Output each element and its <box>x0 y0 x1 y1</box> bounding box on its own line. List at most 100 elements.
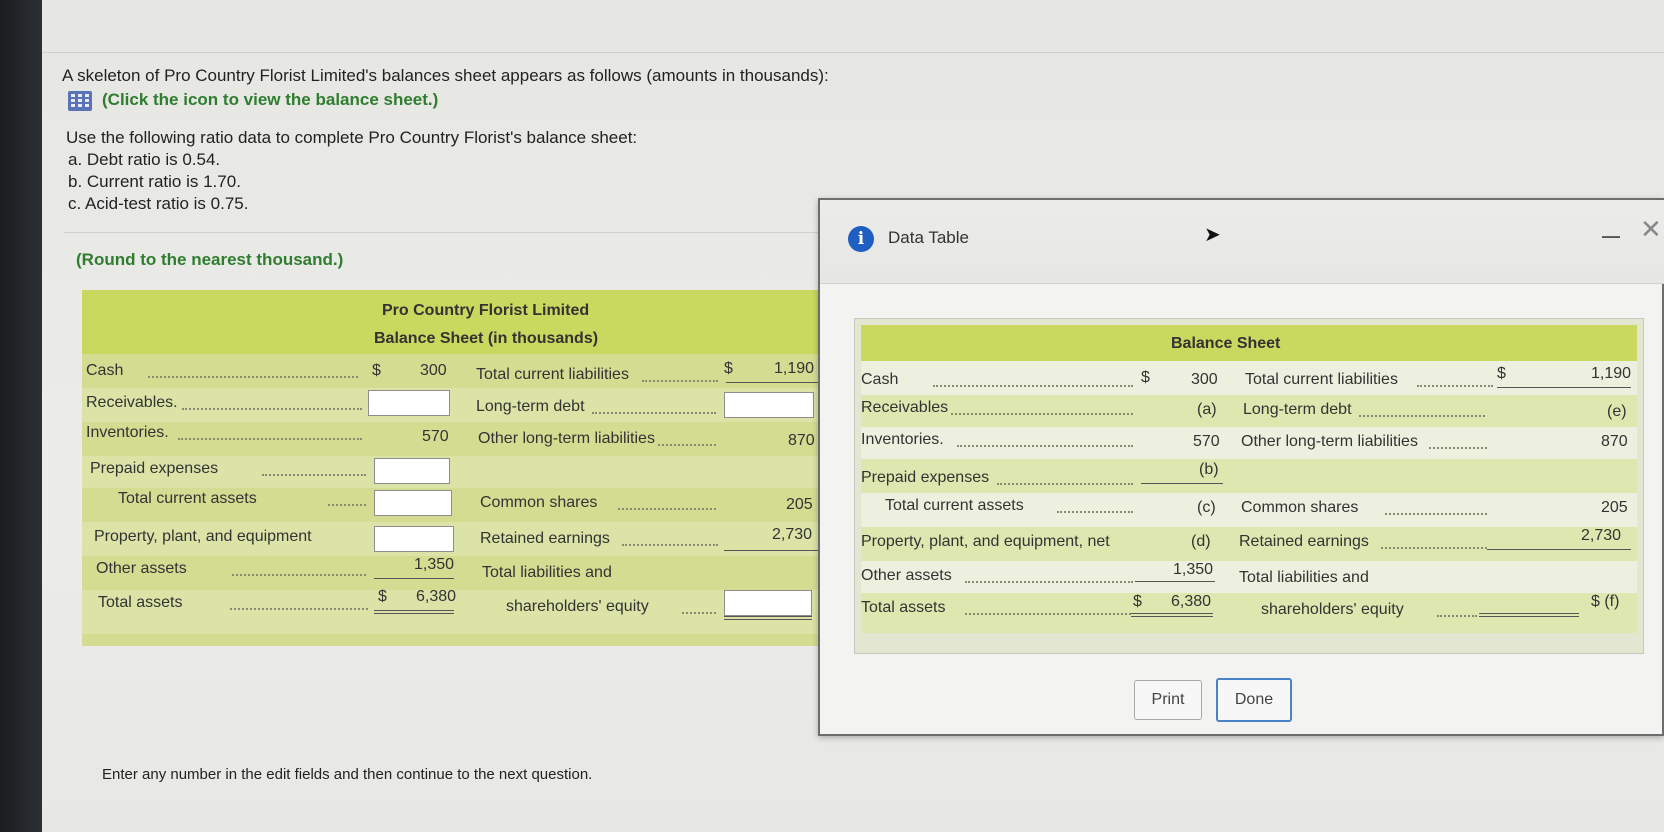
label-total-current-assets: Total current assets <box>118 490 257 507</box>
prepaid-input[interactable] <box>374 458 450 484</box>
data-table-dialog: i Data Table ➤ — ✕ Balance Sheet Cash $ … <box>818 198 1664 736</box>
label-total-assets: Total assets <box>98 594 183 611</box>
label-cash: Cash <box>86 362 124 379</box>
dialog-balance-sheet: Balance Sheet Cash $ 300 Total current l… <box>854 318 1644 654</box>
d-common-value: 205 <box>1601 499 1628 516</box>
mouse-pointer-icon: ➤ <box>1204 224 1221 246</box>
label-retained-earnings: Retained earnings <box>480 530 610 547</box>
label-other-lt-liabilities: Other long-term liabilities <box>478 430 655 447</box>
leader-dots <box>933 385 1133 387</box>
label-common-shares: Common shares <box>480 494 598 511</box>
dialog-row-tca: Total current assets (c) Common shares 2… <box>861 493 1637 527</box>
d-total-assets-dollar: $ <box>1133 593 1142 610</box>
leader-dots <box>618 508 716 510</box>
ratio-a: a. Debt ratio is 0.54. <box>68 150 221 169</box>
leader-dots <box>1437 615 1477 617</box>
inventories-value: 570 <box>422 428 449 445</box>
underline <box>1487 549 1631 550</box>
olt-value: 870 <box>788 432 815 449</box>
leader-dots <box>328 504 366 506</box>
d-olt-value: 870 <box>1601 433 1628 450</box>
info-icon: i <box>848 226 874 252</box>
d-label-tle-1: Total liabilities and <box>1239 569 1369 586</box>
total-liab-equity-input[interactable] <box>724 590 812 616</box>
label-other-assets: Other assets <box>96 560 187 577</box>
double-underline <box>1131 613 1213 617</box>
label-total-liab-equity-1: Total liabilities and <box>482 564 612 581</box>
d-label-ppe: Property, plant, and equipment, net <box>861 533 1110 550</box>
common-shares-value: 205 <box>786 496 813 513</box>
underline <box>1141 483 1223 484</box>
leader-dots <box>1057 511 1133 513</box>
leader-dots <box>642 380 718 382</box>
row-cash: Cash $ 300 Total current liabilities $ 1… <box>82 354 862 388</box>
total-current-assets-input[interactable] <box>374 490 452 516</box>
balance-sheet-form: Pro Country Florist Limited Balance Shee… <box>82 290 862 646</box>
d-label-common: Common shares <box>1241 499 1359 516</box>
double-underline <box>724 616 812 620</box>
row-ppe: Property, plant, and equipment Retained … <box>82 522 862 556</box>
underline <box>724 550 818 551</box>
long-term-debt-input[interactable] <box>724 392 814 418</box>
d-tca-value: (c) <box>1197 499 1216 516</box>
leader-dots <box>957 445 1133 447</box>
print-button[interactable]: Print <box>1134 680 1202 720</box>
view-balance-sheet-link[interactable]: (Click the icon to view the balance shee… <box>102 90 438 110</box>
ppe-input[interactable] <box>374 526 454 552</box>
d-label-olt: Other long-term liabilities <box>1241 433 1418 450</box>
dialog-row-prepaid: Prepaid expenses (b) <box>861 459 1637 493</box>
done-button[interactable]: Done <box>1216 678 1292 722</box>
row-other-assets: Other assets 1,350 Total liabilities and <box>82 556 862 590</box>
label-inventories: Inventories. <box>86 424 169 441</box>
leader-dots <box>178 438 362 440</box>
underline <box>1135 581 1215 582</box>
leader-dots <box>965 581 1133 583</box>
dialog-row-inventories: Inventories. 570 Other long-term liabili… <box>861 427 1637 459</box>
d-label-receivables: Receivables <box>861 399 949 416</box>
d-tcl-value: 1,190 <box>1591 365 1632 382</box>
d-label-retained: Retained earnings <box>1239 533 1369 550</box>
leader-dots <box>1359 415 1485 417</box>
leader-dots <box>658 444 716 446</box>
close-icon[interactable]: ✕ <box>1640 214 1662 245</box>
row-inventories: Inventories. 570 Other long-term liabili… <box>82 422 862 456</box>
d-total-assets-value: 6,380 <box>1171 593 1212 610</box>
underline <box>1497 387 1631 388</box>
leader-dots <box>262 474 366 476</box>
sheet-subtitle: Balance Sheet (in thousands) <box>374 330 599 347</box>
d-label-ltd: Long-term debt <box>1243 401 1352 418</box>
leader-dots <box>951 413 1133 415</box>
d-label-tca: Total current assets <box>885 497 1024 514</box>
minimize-icon[interactable]: — <box>1602 226 1620 247</box>
balance-sheet-grid-icon[interactable] <box>68 91 92 111</box>
leader-dots <box>182 408 362 410</box>
label-prepaid: Prepaid expenses <box>90 460 219 477</box>
company-name: Pro Country Florist Limited <box>382 302 590 319</box>
label-ppe: Property, plant, and equipment <box>94 528 312 545</box>
round-note: (Round to the nearest thousand.) <box>76 250 344 269</box>
dialog-row-receivables: Receivables (a) Long-term debt (e) <box>861 395 1637 427</box>
d-tle-value: $ (f) <box>1591 593 1620 610</box>
total-assets-dollar: $ <box>378 588 387 605</box>
d-label-inventories: Inventories. <box>861 431 944 448</box>
row-total-assets: Total assets $ 6,380 shareholders' equit… <box>82 588 862 634</box>
footer-instruction: Enter any number in the edit fields and … <box>102 766 593 783</box>
balance-sheet-header: Pro Country Florist Limited Balance Shee… <box>82 290 862 354</box>
d-ppe-value: (d) <box>1191 533 1211 550</box>
d-inventories-value: 570 <box>1193 433 1220 450</box>
leader-dots <box>1417 385 1493 387</box>
receivables-input[interactable] <box>368 390 450 416</box>
instructions: Use the following ratio data to complete… <box>66 128 638 147</box>
leader-dots <box>682 612 716 614</box>
leader-dots <box>997 483 1133 485</box>
underline <box>726 382 818 383</box>
label-total-current-liabilities: Total current liabilities <box>476 366 629 383</box>
d-label-other-assets: Other assets <box>861 567 952 584</box>
leader-dots <box>232 574 366 576</box>
leader-dots <box>1429 447 1487 449</box>
d-label-total-assets: Total assets <box>861 599 946 616</box>
dialog-row-other-assets: Other assets 1,350 Total liabilities and <box>861 561 1637 593</box>
double-underline <box>1479 613 1579 617</box>
d-other-assets-value: 1,350 <box>1173 561 1214 578</box>
other-assets-value: 1,350 <box>414 556 455 573</box>
